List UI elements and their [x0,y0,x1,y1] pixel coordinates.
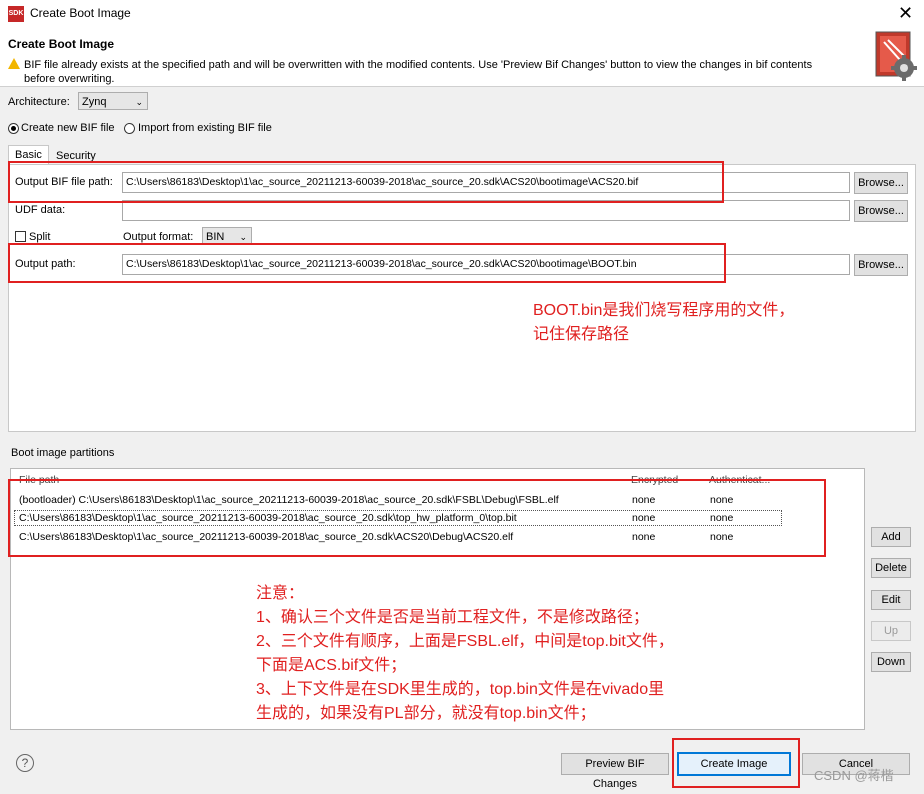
architecture-select[interactable]: Zynq ⌄ [78,92,148,110]
down-button[interactable]: Down [871,652,911,672]
note-line: 生成的，如果没有PL部分，就没有top.bin文件； [256,705,596,722]
boot-image-gear-icon [875,31,917,81]
browse-udf-button[interactable]: Browse... [854,200,908,222]
close-icon[interactable]: ✕ [898,2,913,24]
window-title: Create Boot Image [30,6,131,20]
udf-data-input[interactable] [122,200,850,221]
architecture-label: Architecture: [8,96,70,108]
import-bif-radio[interactable] [124,123,135,134]
annotation-notes: 注意： 1、确认三个文件是否是当前工程文件，不是修改路径； 2、三个文件有顺序，… [256,582,674,726]
warning-icon [8,58,20,69]
chevron-down-icon: ⌄ [135,97,143,107]
warning-message: BIF file already exists at the specified… [24,58,854,86]
delete-button[interactable]: Delete [871,558,911,578]
dialog-title: Create Boot Image [8,37,115,51]
partitions-section-label: Boot image partitions [11,447,115,459]
browse-output-button[interactable]: Browse... [854,254,908,276]
architecture-value: Zynq [82,96,107,108]
note-line: 下面是ACS.bif文件； [256,657,407,674]
note-line: 3、上下文件是在SDK里生成的，top.bin文件是在vivado里 [256,681,665,698]
annotation-boot-note-2: 记住保存路径 [533,326,630,343]
create-bif-radio[interactable] [8,123,19,134]
output-format-label: Output format: [123,231,194,243]
annotation-box-output [8,243,726,283]
split-checkbox[interactable] [15,231,26,242]
annotation-box-create [672,738,800,788]
note-line: 2、三个文件有顺序，上面是FSBL.elf，中间是top.bit文件， [256,633,674,650]
note-line: 1、确认三个文件是否是当前工程文件，不是修改路径； [256,609,649,626]
up-button[interactable]: Up [871,621,911,641]
annotation-box-partitions [8,479,826,557]
udf-data-label: UDF data: [15,204,66,216]
title-bar [0,0,924,28]
note-line: 注意： [256,585,305,602]
annotation-boot-note-1: BOOT.bin是我们烧写程序用的文件， [533,302,795,319]
browse-bif-button[interactable]: Browse... [854,172,908,194]
sdk-app-icon: SDK [8,6,24,22]
preview-bif-changes-button[interactable]: Preview BIF Changes [561,753,669,790]
output-format-value: BIN [206,231,225,243]
help-icon[interactable]: ? [16,754,34,772]
create-bif-label: Create new BIF file [21,122,115,134]
edit-button[interactable]: Edit [871,590,911,610]
add-button[interactable]: Add [871,527,911,547]
warning-line-2: before overwriting. [24,73,115,85]
csdn-watermark: CSDN @蒋楷 [814,768,894,783]
import-bif-label: Import from existing BIF file [138,122,272,134]
annotation-box-bif [8,161,724,203]
warning-line-1: BIF file already exists at the specified… [24,59,813,71]
split-label: Split [29,231,51,243]
